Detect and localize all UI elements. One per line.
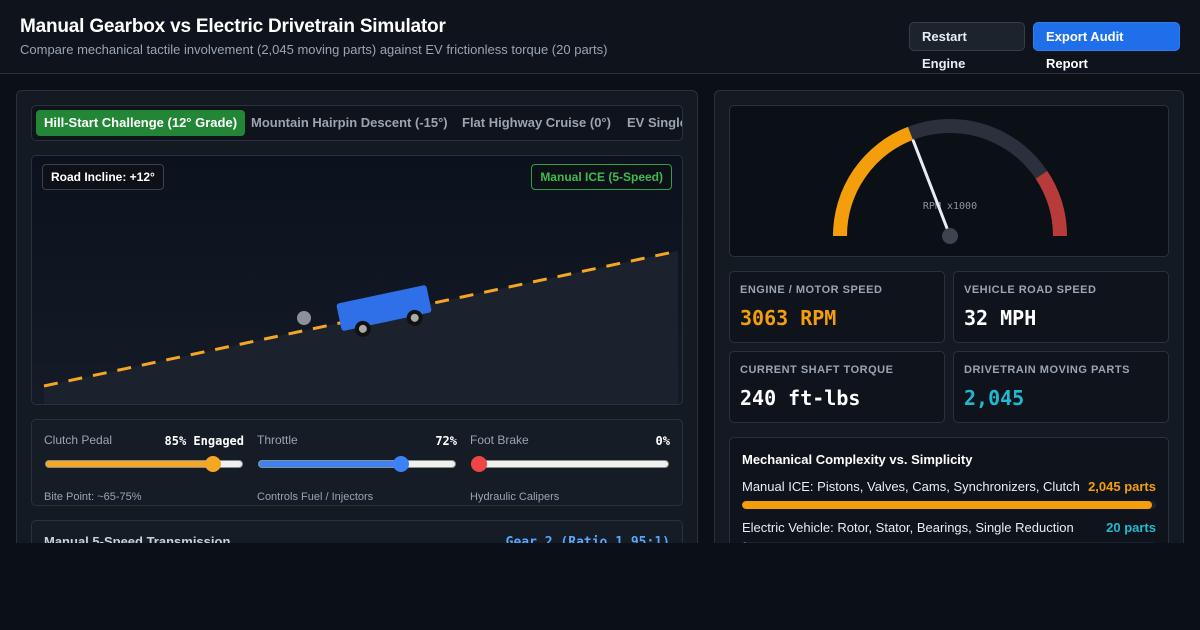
rpm-gauge-canvas: RPM x1000	[833, 119, 1067, 244]
gauge-label: RPM x1000	[923, 201, 977, 212]
road-scene: Road Incline: +12° Manual ICE (5-Speed)	[31, 155, 683, 405]
viewport-bottom-mask	[0, 543, 1200, 630]
shaft-torque-card: CURRENT SHAFT TORQUE 240 ft-lbs	[729, 351, 945, 423]
gauge-hub	[942, 228, 958, 244]
road-scene-canvas	[43, 249, 679, 404]
gauge-active-arc	[833, 126, 914, 237]
throttle-slider-track[interactable]	[258, 460, 456, 468]
scenario-tabs: Hill-Start Challenge (12° Grade) Mountai…	[31, 105, 683, 141]
brake-slider-thumb[interactable]	[471, 456, 487, 472]
ice-parts-value: 2,045 parts	[1088, 479, 1156, 494]
simulator-panel: Hill-Start Challenge (12° Grade) Mountai…	[16, 90, 698, 580]
moving-parts-card: DRIVETRAIN MOVING PARTS 2,045	[953, 351, 1169, 423]
moving-parts-value: 2,045	[964, 386, 1025, 410]
complexity-title: Mechanical Complexity vs. Simplicity	[742, 452, 973, 467]
page-subtitle: Compare mechanical tactile involvement (…	[20, 42, 608, 57]
clutch-label: Clutch Pedal	[44, 433, 113, 447]
ice-parts-label: Manual ICE: Pistons, Valves, Cams, Synch…	[742, 479, 1080, 494]
app-header: Manual Gearbox vs Electric Drivetrain Si…	[0, 0, 1200, 74]
engine-speed-card: ENGINE / MOTOR SPEED 3063 RPM	[729, 271, 945, 343]
export-audit-report-button[interactable]: Export Audit Report	[1033, 22, 1180, 71]
shaft-torque-label: CURRENT SHAFT TORQUE	[740, 364, 894, 376]
road-speed-label: VEHICLE ROAD SPEED	[964, 284, 1097, 296]
throttle-label: Throttle	[257, 433, 298, 447]
throttle-slider-thumb[interactable]	[392, 456, 409, 472]
shaft-torque-value: 240 ft-lbs	[740, 386, 861, 410]
moving-parts-label: DRIVETRAIN MOVING PARTS	[964, 364, 1130, 376]
throttle-value: 72%	[435, 434, 457, 448]
gauge-track-arc	[833, 119, 1067, 237]
ice-parts-bar	[742, 501, 1156, 509]
clutch-slider-thumb[interactable]	[205, 456, 222, 472]
rpm-gauge: RPM x1000	[729, 105, 1169, 257]
brake-note: Hydraulic Calipers	[470, 491, 560, 503]
drivetrain-mode-badge: Manual ICE (5-Speed)	[531, 164, 672, 190]
clutch-value: 85% Engaged	[164, 434, 244, 448]
tab-hill-start[interactable]: Hill-Start Challenge (12° Grade)	[36, 110, 246, 136]
ev-parts-label: Electric Vehicle: Rotor, Stator, Bearing…	[742, 520, 1074, 535]
gauge-needle	[911, 139, 952, 238]
road-speed-value: 32 MPH	[964, 306, 1037, 330]
brake-value: 0%	[655, 434, 670, 448]
tab-ev-single[interactable]: EV Single	[619, 110, 682, 136]
incline-badge: Road Incline: +12°	[42, 164, 164, 190]
pedal-controls: Clutch Pedal 85% Engaged Bite Point: ~65…	[31, 419, 683, 506]
brake-label: Foot Brake	[470, 433, 529, 447]
tab-mountain-descent[interactable]: Mountain Hairpin Descent (-15°)	[243, 110, 456, 136]
gauge-redline-arc	[1035, 171, 1067, 237]
throttle-note: Controls Fuel / Injectors	[257, 491, 374, 503]
engine-speed-value: 3063 RPM	[740, 306, 837, 330]
road-speed-card: VEHICLE ROAD SPEED 32 MPH	[953, 271, 1169, 343]
engine-speed-label: ENGINE / MOTOR SPEED	[740, 284, 883, 296]
tab-flat-highway[interactable]: Flat Highway Cruise (0°)	[454, 110, 619, 136]
brake-slider-track[interactable]	[471, 460, 669, 468]
exhaust-puff-icon	[297, 311, 311, 325]
ev-parts-value: 20 parts	[1106, 520, 1156, 535]
telemetry-panel: RPM x1000 ENGINE / MOTOR SPEED 3063 RPM …	[714, 90, 1184, 577]
page-title: Manual Gearbox vs Electric Drivetrain Si…	[20, 16, 446, 37]
restart-engine-button[interactable]: Restart Engine	[909, 22, 1025, 71]
clutch-note: Bite Point: ~65-75%	[44, 491, 142, 503]
